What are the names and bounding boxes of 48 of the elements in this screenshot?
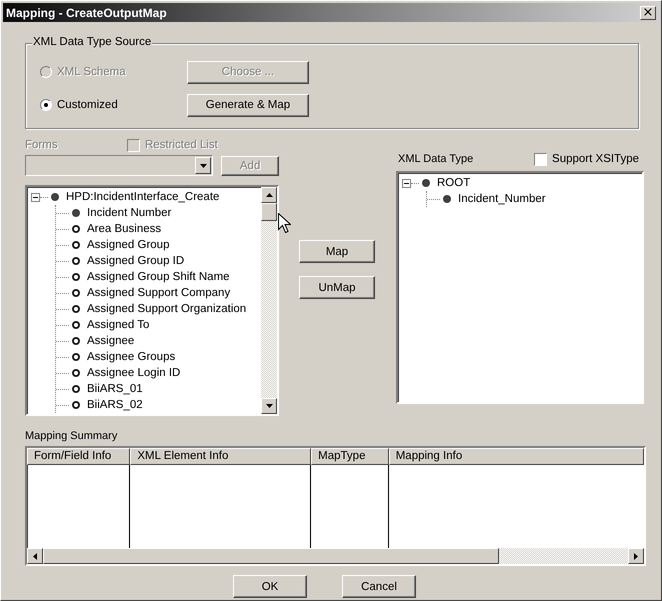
- collapse-icon[interactable]: [402, 178, 411, 188]
- column-header[interactable]: MapType: [311, 448, 389, 465]
- checkbox-label: Support XSIType: [552, 153, 639, 165]
- window-title: Mapping - CreateOutputMap: [6, 6, 167, 20]
- radio-label: XML Schema: [57, 66, 126, 78]
- checkbox-label: Restricted List: [145, 139, 218, 151]
- tree-item[interactable]: ROOT: [437, 177, 470, 189]
- close-button[interactable]: ×: [640, 6, 656, 20]
- map-button[interactable]: Map: [299, 240, 375, 263]
- scroll-right-icon[interactable]: [628, 548, 644, 564]
- column-header[interactable]: XML Element Info: [130, 448, 312, 465]
- tree-item[interactable]: HPD:IncidentInterface_Create: [66, 191, 220, 203]
- tree-item[interactable]: Assignee: [87, 335, 134, 347]
- scroll-up-icon[interactable]: [261, 187, 277, 203]
- scroll-down-icon[interactable]: [261, 398, 277, 414]
- tree-item[interactable]: Assigned Support Organization: [87, 303, 246, 315]
- tree-item[interactable]: BiiARS_01: [87, 383, 143, 395]
- tree-item[interactable]: BiiARS_02: [87, 399, 143, 411]
- checkbox[interactable]: [534, 152, 548, 166]
- scroll-thumb[interactable]: [43, 548, 499, 564]
- forms-dropdown[interactable]: [25, 155, 214, 176]
- horizontal-scrollbar[interactable]: [27, 548, 644, 564]
- tree-item[interactable]: Assignee Login ID: [87, 367, 180, 379]
- tree-item[interactable]: Area Business: [87, 223, 162, 235]
- tree-item[interactable]: Assigned To: [87, 319, 150, 331]
- unmap-button[interactable]: UnMap: [299, 276, 375, 299]
- column-header[interactable]: Mapping Info: [388, 448, 644, 465]
- cancel-button[interactable]: Cancel: [342, 575, 416, 598]
- xml-data-type-label: XML Data Type: [398, 153, 474, 165]
- radio-label: Customized: [57, 99, 118, 111]
- tree-item[interactable]: Assigned Group ID: [87, 255, 184, 267]
- tree-item[interactable]: Assignee Groups: [87, 351, 176, 363]
- collapse-icon[interactable]: [31, 192, 40, 202]
- column-header[interactable]: Form/Field Info: [27, 448, 130, 465]
- mapping-summary-label: Mapping Summary: [25, 430, 118, 442]
- tree-item[interactable]: Incident_Number: [458, 193, 546, 205]
- forms-label: Forms: [25, 139, 59, 151]
- tree-item[interactable]: Assigned Support Company: [87, 287, 230, 299]
- generate-button[interactable]: Generate & Map: [187, 94, 309, 116]
- scroll-left-icon[interactable]: [27, 548, 43, 564]
- vertical-scrollbar[interactable]: [261, 187, 277, 414]
- tree-item[interactable]: Assigned Group: [87, 239, 170, 251]
- radio-button[interactable]: [40, 99, 52, 111]
- tree-item[interactable]: Assigned Group Shift Name: [87, 271, 230, 283]
- ok-button[interactable]: OK: [233, 575, 307, 598]
- tree-item[interactable]: Incident Number: [87, 207, 172, 219]
- group-title: XML Data Type Source: [32, 36, 152, 48]
- scroll-thumb[interactable]: [261, 203, 277, 221]
